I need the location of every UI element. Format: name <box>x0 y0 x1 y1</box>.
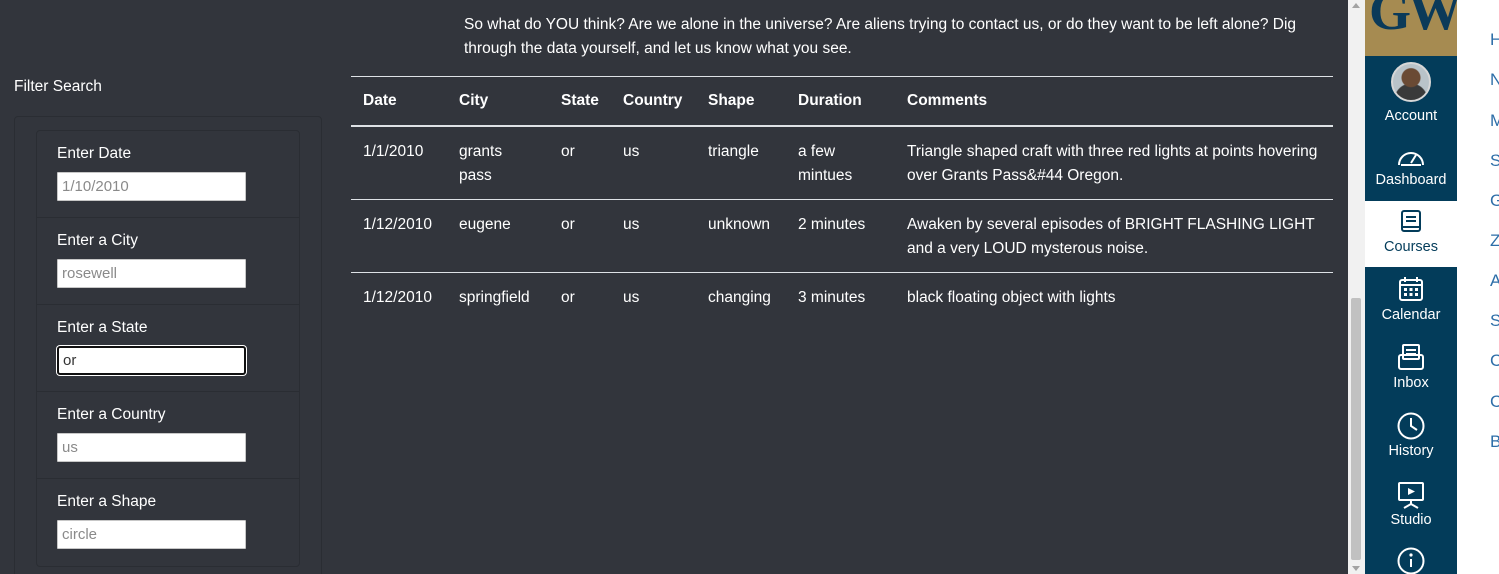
shape-input[interactable] <box>57 520 246 549</box>
cell-country: us <box>623 215 640 233</box>
cell-country: us <box>623 288 640 306</box>
cell-city: springfield <box>459 288 530 306</box>
nav-label-account: Account <box>1384 108 1438 124</box>
main-page: So what do YOU think? Are we alone in th… <box>0 0 1348 574</box>
course-menu-link[interactable]: G <box>1490 191 1499 211</box>
cell-country: us <box>623 142 640 160</box>
nav-item-inbox[interactable]: Inbox <box>1365 338 1457 404</box>
cell-date: 1/12/2010 <box>363 288 432 306</box>
course-menu-link[interactable]: B <box>1490 432 1499 452</box>
nav-item-courses[interactable]: Courses <box>1365 201 1457 267</box>
nav-item-account[interactable]: Account <box>1365 60 1457 130</box>
filter-item-date: Enter Date <box>37 131 299 218</box>
state-input[interactable] <box>57 346 246 375</box>
column-header-date: Date <box>363 91 397 109</box>
cell-shape: changing <box>708 288 771 306</box>
ufo-table-container: Date City State Country Shape Duration C… <box>351 76 1333 321</box>
column-header-state: State <box>561 91 599 109</box>
filter-label-state: Enter a State <box>57 319 148 336</box>
table-row: 1/12/2010 eugene or us unknown 2 minutes… <box>351 199 1333 272</box>
intro-paragraph: So what do YOU think? Are we alone in th… <box>464 16 1297 57</box>
inbox-icon <box>1398 344 1424 370</box>
column-header-city: City <box>459 91 489 109</box>
filter-item-country: Enter a Country <box>37 392 299 479</box>
cell-city: grants pass <box>459 142 503 184</box>
course-menu-link[interactable]: C <box>1490 351 1499 371</box>
filter-item-state: Enter a State <box>37 305 299 392</box>
calendar-icon <box>1399 277 1423 301</box>
column-header-country: Country <box>623 91 683 109</box>
nav-label-dashboard: Dashboard <box>1375 172 1447 188</box>
nav-item-calendar[interactable]: Calendar <box>1365 270 1457 336</box>
city-input[interactable] <box>57 259 246 288</box>
nav-label-courses: Courses <box>1384 239 1438 255</box>
course-menu-link[interactable]: A <box>1490 271 1499 291</box>
nav-item-dashboard[interactable]: Dashboard <box>1365 136 1457 200</box>
studio-icon <box>1398 482 1424 509</box>
nav-label-calendar: Calendar <box>1381 307 1441 323</box>
cell-comments: Triangle shaped craft with three red lig… <box>907 142 1318 184</box>
course-menu-link[interactable]: S <box>1490 311 1499 331</box>
avatar <box>1391 62 1431 102</box>
cell-duration: 3 minutes <box>798 288 866 306</box>
filter-search-title: Filter Search <box>14 78 102 95</box>
nav-label-studio: Studio <box>1390 512 1432 528</box>
course-menu-link[interactable]: H <box>1490 30 1499 50</box>
scroll-up-arrow-icon[interactable] <box>1352 3 1360 8</box>
column-header-comments: Comments <box>907 91 988 109</box>
courses-icon <box>1401 210 1421 232</box>
course-menu-link[interactable]: Z <box>1490 231 1499 251</box>
cell-comments: black floating object with lights <box>907 288 1116 306</box>
cell-state: or <box>561 142 575 160</box>
cell-city: eugene <box>459 215 511 233</box>
filter-list: Enter Date Enter a City Enter a State En… <box>36 130 300 567</box>
nav-label-inbox: Inbox <box>1393 375 1429 391</box>
logo-text: GW <box>1369 0 1457 41</box>
filter-item-city: Enter a City <box>37 218 299 305</box>
nav-label-history: History <box>1388 443 1434 459</box>
help-icon <box>1397 547 1425 574</box>
gw-logo[interactable]: GW <box>1365 0 1457 56</box>
filter-label-shape: Enter a Shape <box>57 493 157 510</box>
filter-label-country: Enter a Country <box>57 406 166 423</box>
cell-shape: unknown <box>708 215 771 233</box>
column-header-duration: Duration <box>798 91 862 109</box>
scroll-down-arrow-icon[interactable] <box>1352 566 1360 571</box>
filter-item-shape: Enter a Shape <box>37 479 299 566</box>
cell-state: or <box>561 215 575 233</box>
table-row: 1/1/2010 grants pass or us triangle a fe… <box>351 126 1333 199</box>
course-navigation-menu: H N M S G Z A S C C B <box>1457 0 1499 574</box>
scrollbar-thumb[interactable] <box>1351 298 1361 560</box>
date-input[interactable] <box>57 172 246 201</box>
nav-item-studio[interactable]: Studio <box>1365 475 1457 541</box>
filter-label-city: Enter a City <box>57 232 138 249</box>
course-menu-link[interactable]: C <box>1490 392 1499 412</box>
cell-shape: triangle <box>708 142 759 160</box>
global-navigation: GW Account Dashboard Courses Calendar In… <box>1365 0 1457 574</box>
country-input[interactable] <box>57 433 246 462</box>
nav-item-help[interactable] <box>1365 546 1457 574</box>
course-menu-link[interactable]: M <box>1490 111 1499 131</box>
table-row: 1/12/2010 springfield or us changing 3 m… <box>351 272 1333 321</box>
history-icon <box>1397 412 1425 440</box>
nav-item-history[interactable]: History <box>1365 406 1457 472</box>
cell-date: 1/1/2010 <box>363 142 424 160</box>
cell-comments: Awaken by several episodes of BRIGHT FLA… <box>907 215 1315 257</box>
column-header-shape: Shape <box>708 91 755 109</box>
filter-label-date: Enter Date <box>57 145 132 162</box>
cell-date: 1/12/2010 <box>363 215 432 233</box>
page-scrollbar[interactable] <box>1348 0 1365 574</box>
dashboard-icon <box>1398 152 1424 166</box>
ufo-table: Date City State Country Shape Duration C… <box>351 76 1333 321</box>
course-menu-link[interactable]: N <box>1490 70 1499 90</box>
cell-duration: 2 minutes <box>798 215 866 233</box>
table-header-row: Date City State Country Shape Duration C… <box>351 76 1333 126</box>
cell-state: or <box>561 288 575 306</box>
course-menu-link[interactable]: S <box>1490 151 1499 171</box>
cell-duration: a few mintues <box>798 142 853 184</box>
